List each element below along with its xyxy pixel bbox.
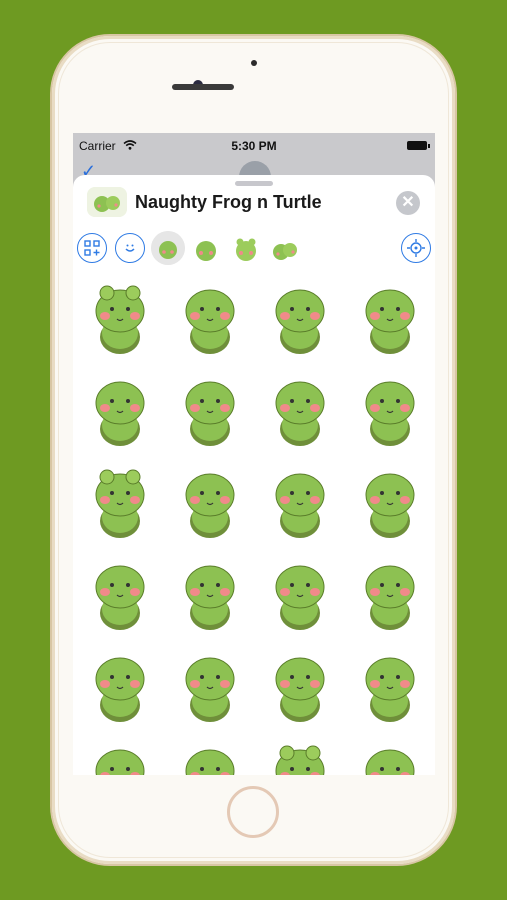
battery-icon <box>407 141 430 150</box>
sticker-turtle-in-bathtub[interactable] <box>257 551 343 637</box>
sticker-turtle-raising-hand[interactable] <box>257 367 343 453</box>
sticker-turtle-sweeping[interactable] <box>167 551 253 637</box>
home-button[interactable] <box>227 786 279 838</box>
sticker-turtle-big-glove[interactable] <box>257 459 343 545</box>
sheet-grabber[interactable] <box>235 181 273 186</box>
sticker-pack-tabbar <box>73 231 435 273</box>
settings-target-icon[interactable] <box>401 233 431 263</box>
sticker-turtle-red-paint[interactable] <box>347 459 433 545</box>
sticker-turtle-holding-candy[interactable] <box>167 367 253 453</box>
earpiece-speaker <box>172 84 234 90</box>
close-button[interactable]: ✕ <box>396 191 420 215</box>
screen: Carrier 5:30 PM ✓ Naughty Frog n Turtle … <box>73 133 435 775</box>
sticker-turtle-shy[interactable] <box>347 735 433 775</box>
grid-plus-icon[interactable] <box>77 233 107 263</box>
sticker-grid <box>73 275 435 775</box>
sticker-frog-chasing[interactable] <box>257 735 343 775</box>
turtle-pack-icon[interactable] <box>192 235 220 263</box>
sticker-turtle-in-box[interactable] <box>347 643 433 729</box>
clock: 5:30 PM <box>231 139 277 153</box>
sticker-turtle-blushing[interactable] <box>167 735 253 775</box>
sticker-sheet: Naughty Frog n Turtle ✕ <box>73 175 435 775</box>
sticker-turtle-sleepy[interactable] <box>77 735 163 775</box>
sticker-turtle-arms-crossed[interactable] <box>167 275 253 361</box>
sticker-frog-with-pillow[interactable] <box>77 275 163 361</box>
sticker-turtle-bathing-frog[interactable] <box>77 643 163 729</box>
sticker-turtle-with-frog-friend[interactable] <box>347 367 433 453</box>
status-bar: Carrier 5:30 PM <box>73 133 435 157</box>
sticker-turtle-with-clock[interactable] <box>167 459 253 545</box>
sticker-turtle-peeking[interactable] <box>167 643 253 729</box>
sticker-turtle-cheering-pompom[interactable] <box>257 275 343 361</box>
sticker-turtle-rubber-duck[interactable] <box>257 643 343 729</box>
sticker-frog-and-turtle-bowl[interactable] <box>77 459 163 545</box>
sticker-turtle-and-frog[interactable] <box>347 275 433 361</box>
sheet-title: Naughty Frog n Turtle <box>135 192 322 212</box>
frog-pack-icon[interactable] <box>232 235 260 263</box>
frog-turtle-pack-icon[interactable] <box>151 231 185 265</box>
sticker-turtle-thinking[interactable] <box>77 367 163 453</box>
frog-turtle-pack-icon[interactable] <box>271 235 299 263</box>
app-icon <box>87 187 127 217</box>
smile-icon[interactable] <box>115 233 145 263</box>
sticker-turtle-dancing[interactable] <box>347 551 433 637</box>
sticker-turtle-fan-frog[interactable] <box>77 551 163 637</box>
proximity-sensor <box>251 60 257 66</box>
